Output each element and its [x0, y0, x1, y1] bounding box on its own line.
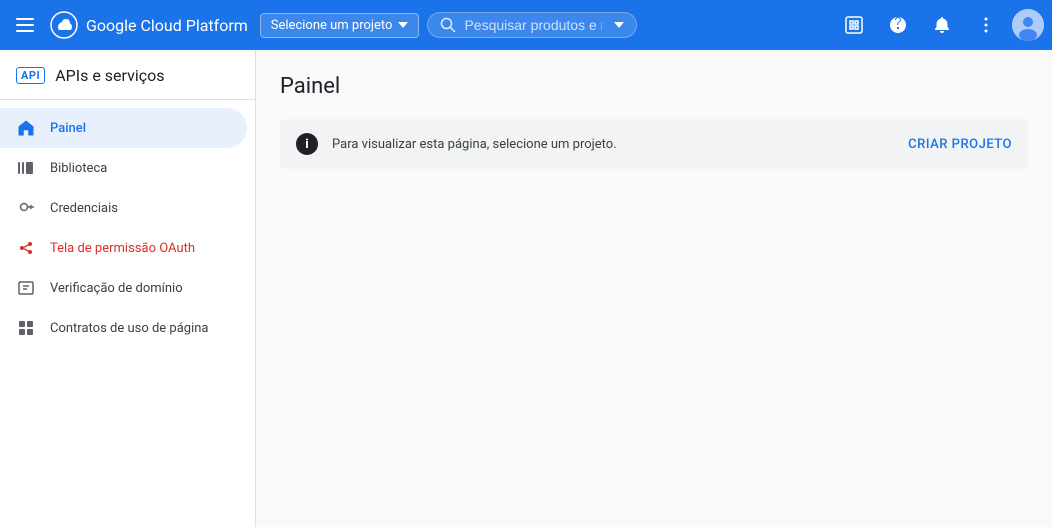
- search-icon: [440, 17, 456, 33]
- page-title: Painel: [280, 74, 1028, 99]
- notifications-icon[interactable]: [924, 7, 960, 43]
- sidebar-item-oauth[interactable]: Tela de permissão OAuth: [0, 228, 247, 268]
- chevron-down-icon: [398, 22, 408, 28]
- sidebar-nav: Painel Biblioteca: [0, 100, 255, 356]
- avatar[interactable]: [1012, 9, 1044, 41]
- project-selector-label: Selecione um projeto: [271, 18, 393, 33]
- support-icon[interactable]: [836, 7, 872, 43]
- sidebar-item-label-verificacao: Verificação de domínio: [50, 281, 183, 296]
- search-input[interactable]: [464, 17, 601, 33]
- sidebar-item-label-credenciais: Credenciais: [50, 201, 118, 216]
- biblioteca-icon: [16, 158, 36, 178]
- help-icon[interactable]: [880, 7, 916, 43]
- top-nav: Google Cloud Platform Selecione um proje…: [0, 0, 1052, 50]
- sidebar-item-label-biblioteca: Biblioteca: [50, 161, 107, 176]
- info-icon: i: [296, 133, 318, 155]
- credenciais-icon: [16, 198, 36, 218]
- main-content: Painel i Para visualizar esta página, se…: [256, 50, 1052, 527]
- create-project-link[interactable]: CRIAR PROJETO: [908, 137, 1012, 152]
- sidebar-item-painel[interactable]: Painel: [0, 108, 247, 148]
- hamburger-menu[interactable]: [8, 8, 42, 42]
- sidebar-header: API APIs e serviços: [0, 50, 255, 100]
- brand-name: Google Cloud Platform: [86, 16, 248, 35]
- sidebar-item-label-painel: Painel: [50, 121, 86, 136]
- painel-icon: [16, 118, 36, 138]
- info-banner: i Para visualizar esta página, selecione…: [280, 119, 1028, 169]
- search-bar[interactable]: [427, 12, 636, 38]
- oauth-icon: [16, 238, 36, 258]
- contratos-icon: [16, 318, 36, 338]
- body-wrap: API APIs e serviços Painel: [0, 50, 1052, 527]
- search-dropdown-icon[interactable]: [614, 22, 624, 28]
- verificacao-icon: [16, 278, 36, 298]
- sidebar-item-biblioteca[interactable]: Biblioteca: [0, 148, 247, 188]
- sidebar-item-contratos[interactable]: Contratos de uso de página: [0, 308, 247, 348]
- sidebar-header-label: APIs e serviços: [55, 66, 164, 85]
- sidebar-item-label-oauth: Tela de permissão OAuth: [50, 241, 195, 256]
- sidebar-item-label-contratos: Contratos de uso de página: [50, 321, 209, 336]
- brand-logo: Google Cloud Platform: [50, 11, 248, 39]
- sidebar: API APIs e serviços Painel: [0, 50, 256, 527]
- sidebar-item-verificacao[interactable]: Verificação de domínio: [0, 268, 247, 308]
- more-options-icon[interactable]: [968, 7, 1004, 43]
- gcp-logo-icon: [50, 11, 78, 39]
- project-selector[interactable]: Selecione um projeto: [260, 13, 420, 38]
- sidebar-item-credenciais[interactable]: Credenciais: [0, 188, 247, 228]
- banner-text: Para visualizar esta página, selecione u…: [332, 137, 894, 152]
- api-badge: API: [16, 67, 45, 84]
